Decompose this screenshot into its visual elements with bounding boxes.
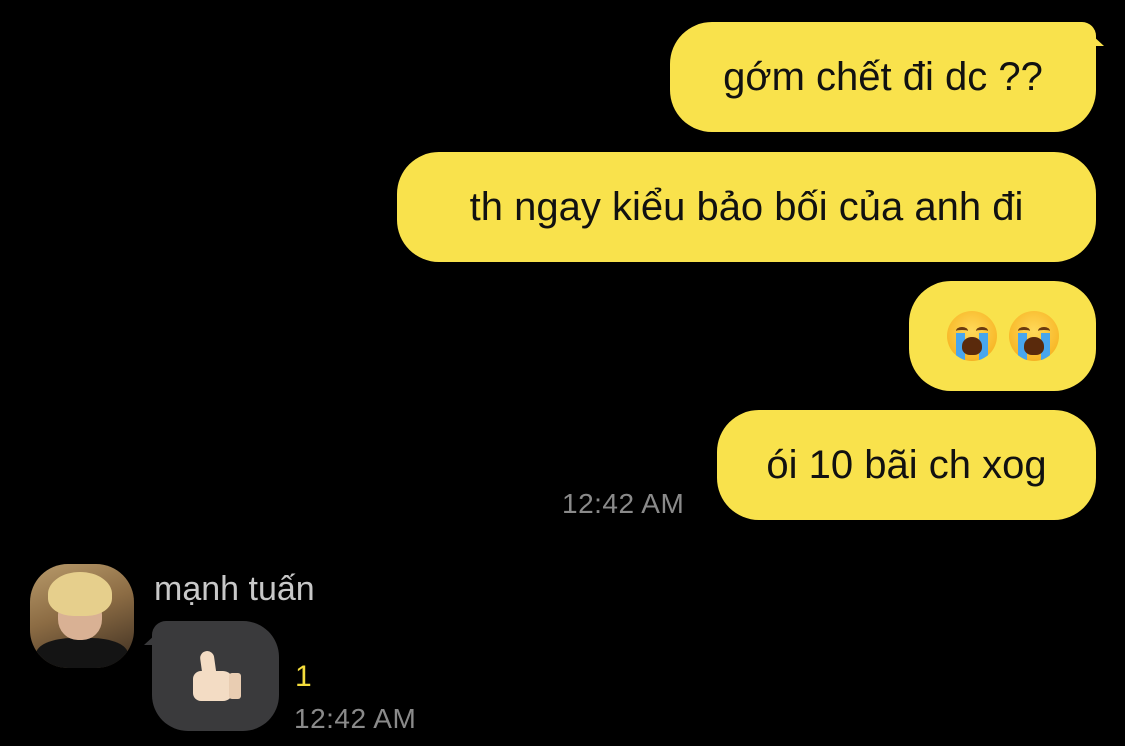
message-timestamp: 12:42 AM	[562, 488, 685, 519]
outgoing-message[interactable]: gớm chết đi dc ??	[670, 22, 1096, 132]
sender-name: mạnh tuấn	[154, 570, 315, 608]
message-text: ói 10 bãi ch xog	[766, 443, 1047, 487]
outgoing-emoji-message[interactable]	[909, 281, 1096, 391]
loudly-crying-face-icon	[946, 311, 997, 361]
outgoing-message[interactable]: ói 10 bãi ch xog	[717, 410, 1096, 520]
loudly-crying-face-icon	[1008, 311, 1059, 361]
message-text: gớm chết đi dc ??	[723, 55, 1043, 99]
thumbs-up-icon	[189, 649, 243, 703]
incoming-emoji-message[interactable]	[152, 621, 279, 731]
outgoing-message[interactable]: th ngay kiểu bảo bối của anh đi	[397, 152, 1096, 262]
message-text: th ngay kiểu bảo bối của anh đi	[469, 185, 1024, 229]
unread-count: 1	[295, 660, 312, 693]
message-timestamp: 12:42 AM	[294, 703, 417, 734]
avatar[interactable]	[30, 564, 134, 668]
